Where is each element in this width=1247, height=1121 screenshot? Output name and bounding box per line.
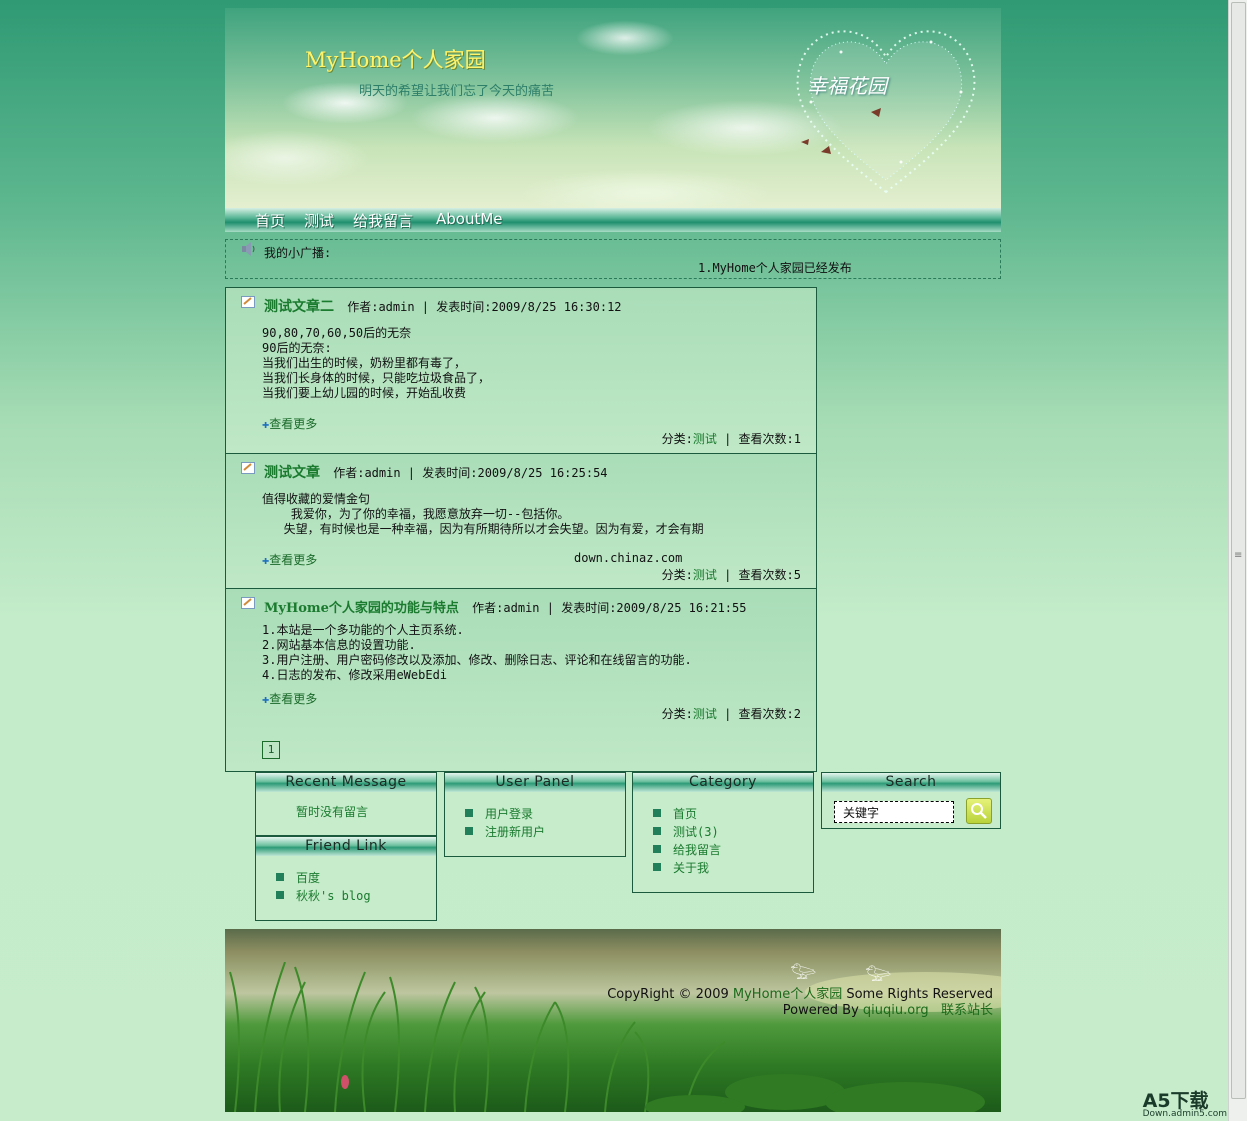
read-more-link[interactable]: ✚查看更多 xyxy=(262,690,317,707)
banner-text: 幸福花园 xyxy=(807,70,887,99)
no-message-text: 暂时没有留言 xyxy=(256,792,436,820)
copyright-block: CopyRight © 2009 MyHome个人家园 Some Rights … xyxy=(607,987,993,1019)
category-item: 测试(3) xyxy=(633,823,813,841)
article-list: 测试文章二 作者:admin | 发表时间:2009/8/25 16:30:12… xyxy=(225,287,817,772)
nav-aboutme[interactable]: AboutMe xyxy=(436,210,503,228)
view-count: 查看次数:2 xyxy=(739,707,801,721)
category-item: 首页 xyxy=(633,805,813,823)
square-bullet-icon xyxy=(653,863,661,871)
vertical-scrollbar[interactable]: ≡ xyxy=(1228,0,1247,1121)
category-link[interactable]: 测试 xyxy=(693,432,717,446)
broadcast-label: 我的小广播: xyxy=(264,244,331,261)
document-icon xyxy=(241,462,255,474)
search-widget: Search 关键字 xyxy=(821,772,1001,829)
friend-link-item: 秋秋's blog xyxy=(256,887,436,905)
view-count: 查看次数:5 xyxy=(739,568,801,582)
widget-title: Friend Link xyxy=(256,837,436,856)
view-count: 查看次数:1 xyxy=(739,432,801,446)
widget-title: Recent Message xyxy=(256,773,436,792)
register-link[interactable]: 注册新用户 xyxy=(485,825,545,839)
pagination-page[interactable]: 1 xyxy=(262,741,280,759)
article-title[interactable]: 测试文章二 xyxy=(264,299,334,315)
site-banner: MyHome个人家园 明天的希望让我们忘了今天的痛苦 幸福花园 xyxy=(225,8,1001,208)
powered-by-link[interactable]: qiuqiu.org xyxy=(863,1003,929,1018)
broadcast-bar: 我的小广播: 1.MyHome个人家园已经发布 xyxy=(225,239,1001,279)
footer-site-link[interactable]: MyHome个人家园 xyxy=(733,987,842,1002)
category-widget: Category 首页 测试(3) 给我留言 关于我 xyxy=(632,772,814,893)
article-meta: 作者:admin | 发表时间:2009/8/25 16:25:54 xyxy=(333,466,607,480)
category-item: 关于我 xyxy=(633,859,813,877)
article-item: MyHome个人家园的功能与特点 作者:admin | 发表时间:2009/8/… xyxy=(226,589,816,771)
category-item: 给我留言 xyxy=(633,841,813,859)
main-nav: 首页 测试 给我留言 AboutMe xyxy=(225,208,1001,232)
heart-sparkle-graphic xyxy=(781,12,991,202)
widget-title: User Panel xyxy=(445,773,625,792)
widget-title: Category xyxy=(633,773,813,792)
friend-link-blog[interactable]: 秋秋's blog xyxy=(296,889,371,903)
article-footer: 分类:测试 | 查看次数:1 xyxy=(662,430,801,447)
user-panel-item: 用户登录 xyxy=(445,805,625,823)
swan-graphic: 𓅰 xyxy=(865,953,891,989)
square-bullet-icon xyxy=(653,845,661,853)
search-input[interactable]: 关键字 xyxy=(834,801,954,823)
square-bullet-icon xyxy=(276,873,284,881)
site-footer: 𓅰 𓅰 CopyRight © 2009 MyHome个人家园 Some Rig… xyxy=(225,929,1001,1112)
article-meta: 作者:admin | 发表时间:2009/8/25 16:21:55 xyxy=(472,601,746,615)
square-bullet-icon xyxy=(653,827,661,835)
friend-link-item: 百度 xyxy=(256,869,436,887)
square-bullet-icon xyxy=(276,891,284,899)
page-wrapper: MyHome个人家园 明天的希望让我们忘了今天的痛苦 幸福花园 首页 测试 给我… xyxy=(225,8,1001,279)
square-bullet-icon xyxy=(653,809,661,817)
category-home[interactable]: 首页 xyxy=(673,807,697,821)
magnifier-icon xyxy=(967,799,991,823)
search-button[interactable] xyxy=(966,798,992,824)
document-icon xyxy=(241,296,255,308)
recent-message-widget: Recent Message 暂时没有留言 xyxy=(255,772,437,836)
category-about[interactable]: 关于我 xyxy=(673,861,709,875)
square-bullet-icon xyxy=(465,809,473,817)
nav-test[interactable]: 测试 xyxy=(304,210,334,231)
login-link[interactable]: 用户登录 xyxy=(485,807,533,821)
article-item: 测试文章二 作者:admin | 发表时间:2009/8/25 16:30:12… xyxy=(226,288,816,454)
user-panel-item: 注册新用户 xyxy=(445,823,625,841)
document-icon xyxy=(241,597,255,609)
article-title[interactable]: 测试文章 xyxy=(264,465,320,481)
category-guestbook[interactable]: 给我留言 xyxy=(673,843,721,857)
article-item: 测试文章 作者:admin | 发表时间:2009/8/25 16:25:54 … xyxy=(226,454,816,589)
read-more-link[interactable]: ✚查看更多 xyxy=(262,415,317,432)
article-excerpt: 值得收藏的爱情金句 我爱你，为了你的幸福，我愿意放弃一切--包括你。 失望，有时… xyxy=(262,492,704,537)
article-extra-text: down.chinaz.com xyxy=(574,551,682,565)
friend-link-widget: Friend Link 百度 秋秋's blog xyxy=(255,836,437,921)
broadcast-marquee[interactable]: 1.MyHome个人家园已经发布 xyxy=(698,259,852,276)
contact-admin-link[interactable]: 联系站长 xyxy=(941,1003,993,1018)
article-excerpt: 90,80,70,60,50后的无奈 90后的无奈: 当我们出生的时候，奶粉里都… xyxy=(262,326,490,401)
category-link[interactable]: 测试 xyxy=(693,568,717,582)
article-title[interactable]: MyHome个人家园的功能与特点 xyxy=(264,601,459,616)
article-excerpt: 1.本站是一个多功能的个人主页系统. 2.网站基本信息的设置功能. 3.用户注册… xyxy=(262,623,692,683)
user-panel-widget: User Panel 用户登录 注册新用户 xyxy=(444,772,626,857)
article-meta: 作者:admin | 发表时间:2009/8/25 16:30:12 xyxy=(347,300,621,314)
category-test[interactable]: 测试(3) xyxy=(673,825,719,839)
site-title[interactable]: MyHome个人家园 xyxy=(305,44,486,74)
friend-link-baidu[interactable]: 百度 xyxy=(296,871,320,885)
read-more-link[interactable]: ✚查看更多 xyxy=(262,551,317,568)
nav-home[interactable]: 首页 xyxy=(255,210,285,231)
swan-graphic: 𓅰 xyxy=(790,951,816,987)
watermark-logo: A5下载 Down.admin5.com xyxy=(1143,1086,1227,1119)
square-bullet-icon xyxy=(465,827,473,835)
nav-guestbook[interactable]: 给我留言 xyxy=(353,210,413,231)
article-footer: 分类:测试 | 查看次数:2 xyxy=(662,705,801,722)
article-footer: 分类:测试 | 查看次数:5 xyxy=(662,566,801,583)
grip-icon: ≡ xyxy=(1234,550,1242,561)
speaker-icon xyxy=(241,242,257,256)
category-link[interactable]: 测试 xyxy=(693,707,717,721)
site-slogan: 明天的希望让我们忘了今天的痛苦 xyxy=(359,80,554,99)
widget-title: Search xyxy=(822,773,1000,792)
